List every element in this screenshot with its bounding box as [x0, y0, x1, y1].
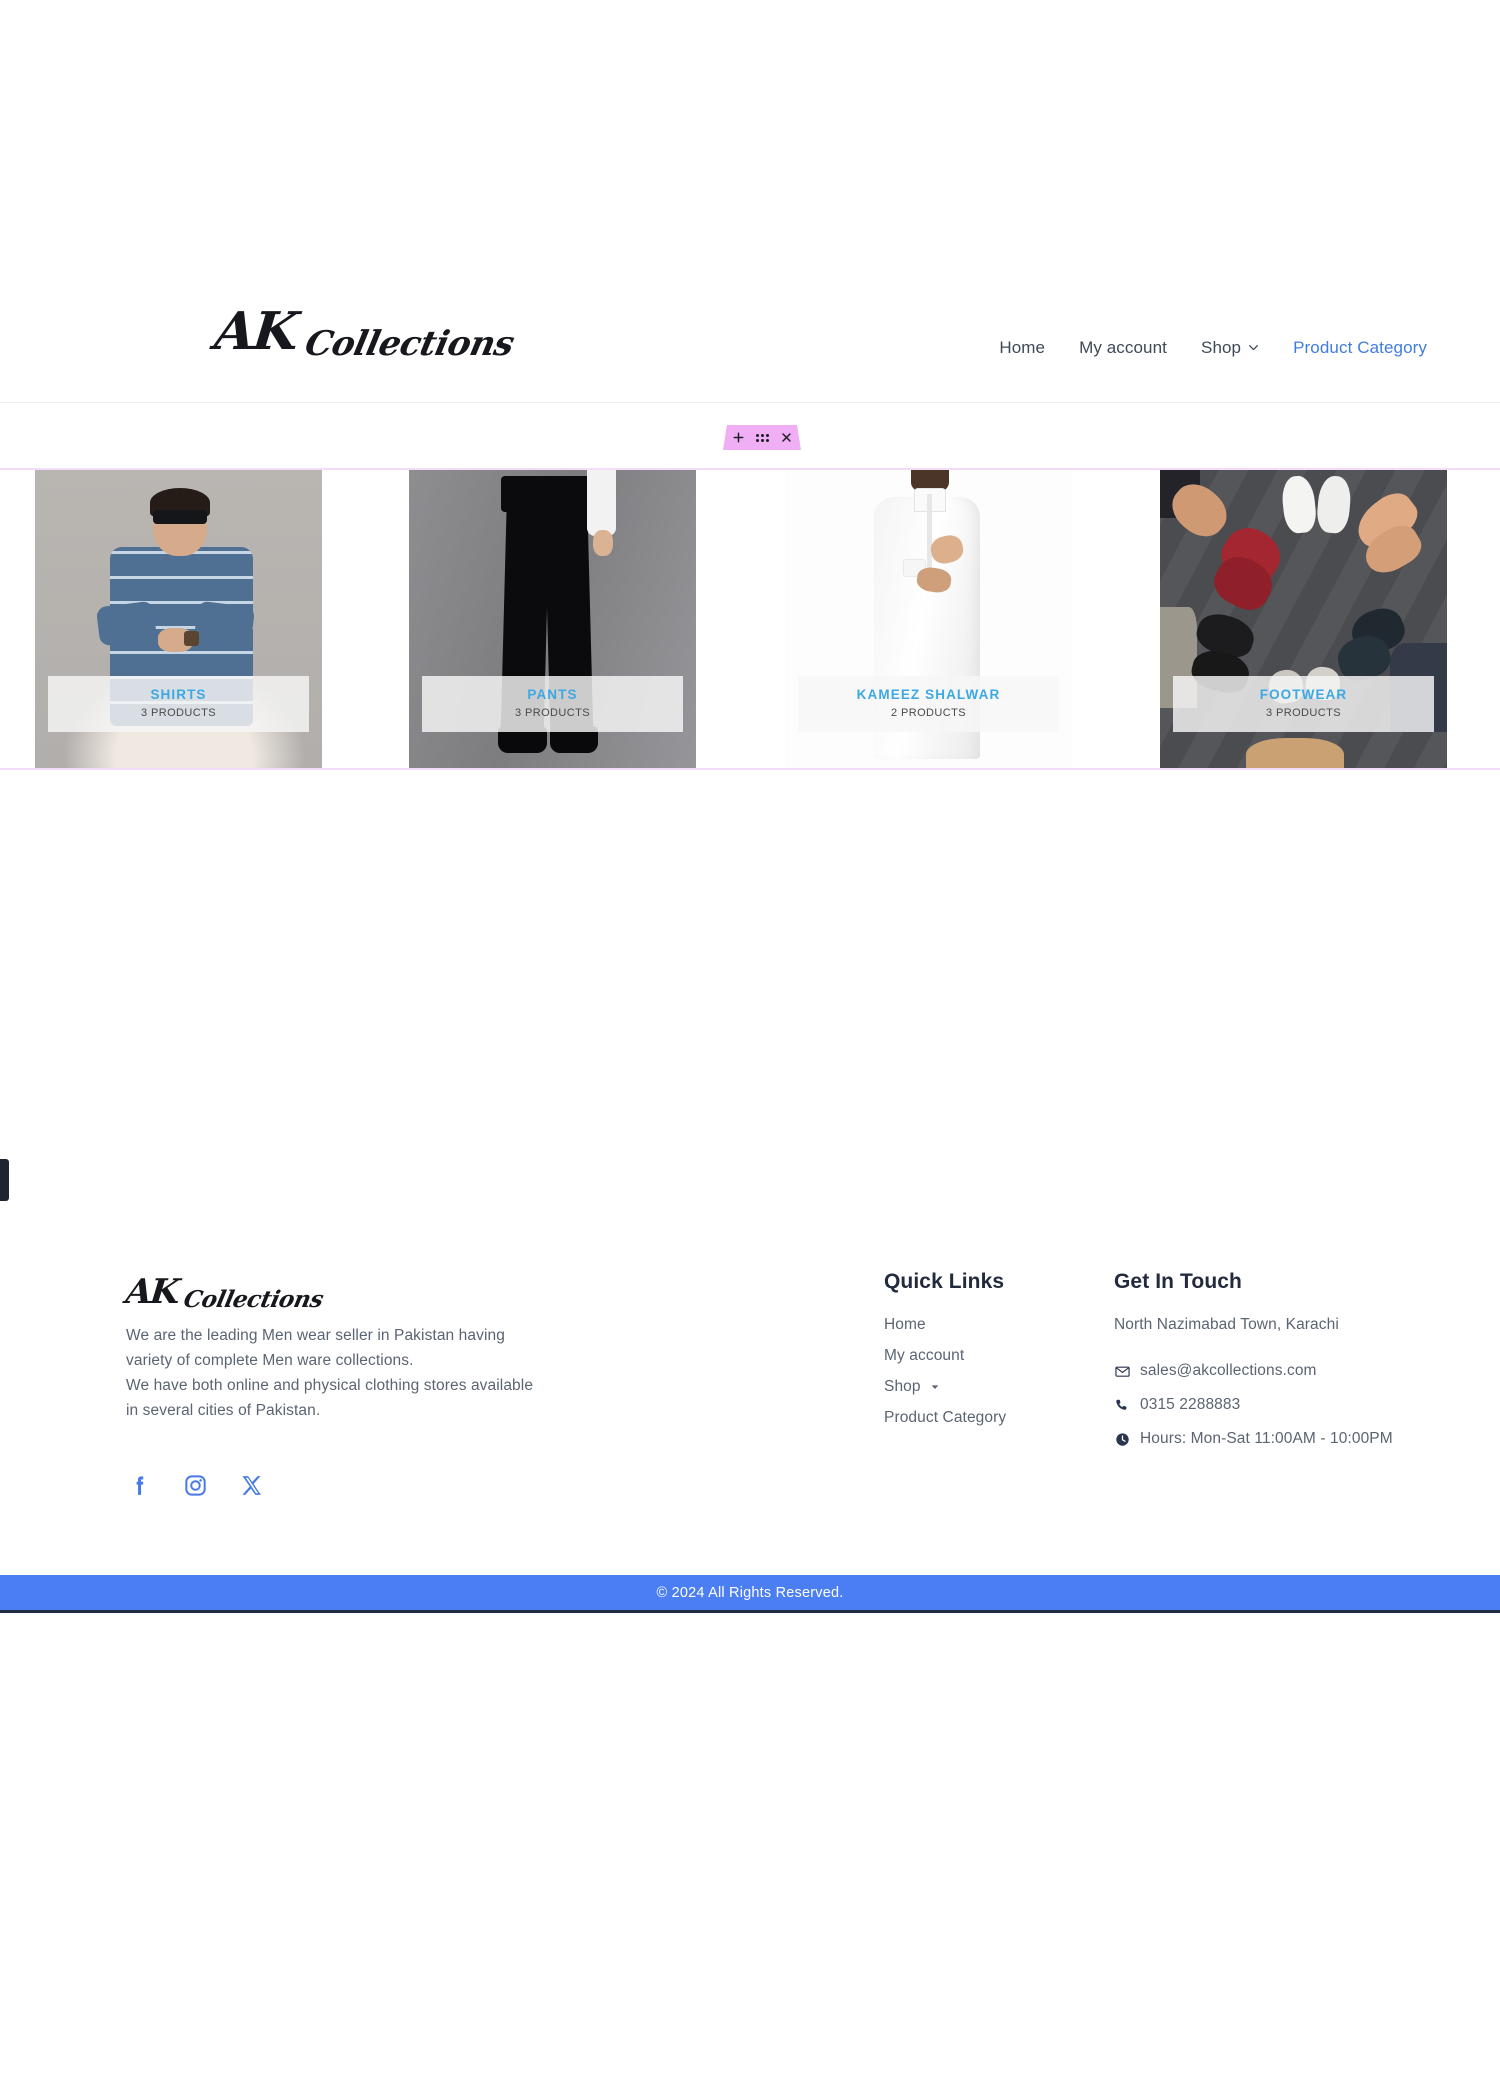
footer-quick-links-column: Quick Links Home My account Shop Product…	[884, 1270, 1104, 1440]
category-product-count: 3 PRODUCTS	[141, 706, 216, 719]
footer-logo[interactable]: AKCollections	[123, 1272, 546, 1313]
footer-hours-text: Hours: Mon-Sat 11:00AM - 10:00PM	[1140, 1430, 1393, 1447]
category-title: SHIRTS	[150, 686, 207, 702]
footer-get-in-touch-heading: Get In Touch	[1114, 1270, 1242, 1293]
category-label-footwear: FOOTWEAR 3 PRODUCTS	[1173, 675, 1434, 732]
footer-phone-row[interactable]: 0315 2288883	[1114, 1396, 1444, 1414]
footer-link-product-category[interactable]: Product Category	[884, 1409, 1104, 1427]
copyright-text: © 2024 All Rights Reserved.	[656, 1584, 844, 1601]
category-card-footwear[interactable]: FOOTWEAR 3 PRODUCTS	[1160, 470, 1447, 768]
category-product-count: 2 PRODUCTS	[891, 706, 966, 719]
nav-item-product-category-label: Product Category	[1293, 337, 1427, 357]
category-label-pants: PANTS 3 PRODUCTS	[422, 675, 683, 732]
category-title: FOOTWEAR	[1259, 686, 1348, 702]
add-icon[interactable]	[731, 431, 745, 445]
x-twitter-icon[interactable]	[238, 1472, 264, 1498]
category-label-shirts: SHIRTS 3 PRODUCTS	[48, 675, 309, 732]
footer-link-home-label: Home	[884, 1316, 926, 1333]
nav-item-product-category[interactable]: Product Category	[1293, 338, 1427, 358]
drag-handle-icon[interactable]	[755, 431, 769, 445]
element-editor-toolbar[interactable]	[723, 425, 801, 450]
main-navigation: Home My account Shop Product Category	[999, 292, 1427, 403]
footer-about-column: AKCollections We are the leading Men wea…	[123, 1272, 546, 1423]
envelope-icon	[1114, 1363, 1130, 1379]
footer-quick-links-heading: Quick Links	[884, 1270, 1005, 1293]
category-title: KAMEEZ SHALWAR	[856, 686, 1001, 702]
category-card-kameez-shalwar[interactable]: KAMEEZ SHALWAR 2 PRODUCTS	[785, 470, 1072, 768]
nav-item-shop-label: Shop	[1201, 337, 1242, 357]
nav-item-home[interactable]: Home	[999, 338, 1045, 358]
nav-item-home-label: Home	[999, 337, 1046, 357]
footer-link-shop-label: Shop	[884, 1378, 921, 1395]
page-root: AKCollections Home My account Shop Produ…	[0, 0, 1500, 2100]
category-card-pants[interactable]: PANTS 3 PRODUCTS	[409, 470, 696, 768]
site-header: AKCollections Home My account Shop Produ…	[0, 292, 1500, 403]
footer-link-my-account-label: My account	[884, 1347, 965, 1364]
product-category-carousel: SHIRTS 3 PRODUCTS PANTS 3 PRODUCTS KAMEE…	[0, 468, 1500, 770]
close-icon[interactable]	[779, 431, 793, 445]
footer-link-my-account[interactable]: My account	[884, 1347, 1104, 1365]
chevron-down-icon	[1248, 342, 1259, 353]
category-card-shirts[interactable]: SHIRTS 3 PRODUCTS	[35, 470, 322, 768]
category-title: PANTS	[527, 686, 578, 702]
nav-item-shop[interactable]: Shop	[1201, 338, 1259, 358]
left-edge-panel-handle[interactable]	[0, 1159, 9, 1201]
nav-item-my-account[interactable]: My account	[1079, 338, 1167, 358]
category-product-count: 3 PRODUCTS	[515, 706, 590, 719]
clock-icon	[1114, 1431, 1130, 1447]
instagram-icon[interactable]	[182, 1472, 208, 1498]
footer-about-line-1: We are the leading Men wear seller in Pa…	[126, 1327, 505, 1370]
category-card-row: SHIRTS 3 PRODUCTS PANTS 3 PRODUCTS KAMEE…	[0, 470, 1500, 768]
footer-get-in-touch-column: Get In Touch North Nazimabad Town, Karac…	[1114, 1270, 1444, 1464]
site-footer: AKCollections We are the leading Men wea…	[0, 1230, 1500, 1575]
nav-item-my-account-label: My account	[1079, 337, 1167, 357]
facebook-icon[interactable]	[126, 1472, 152, 1498]
category-product-count: 3 PRODUCTS	[1266, 706, 1341, 719]
site-logo[interactable]: AKCollections	[211, 301, 518, 364]
footer-address: North Nazimabad Town, Karachi	[1114, 1316, 1339, 1333]
footer-phone-text: 0315 2288883	[1140, 1396, 1241, 1413]
footer-social-links	[126, 1472, 264, 1498]
category-label-kameez-shalwar: KAMEEZ SHALWAR 2 PRODUCTS	[798, 675, 1059, 732]
phone-icon	[1114, 1397, 1130, 1413]
footer-link-home[interactable]: Home	[884, 1316, 1104, 1334]
footer-hours-row: Hours: Mon-Sat 11:00AM - 10:00PM	[1114, 1430, 1444, 1448]
logo-text-collections: Collections	[301, 324, 518, 364]
caret-down-icon	[930, 1382, 941, 1393]
footer-link-product-category-label: Product Category	[884, 1409, 1007, 1426]
copyright-bar: © 2024 All Rights Reserved.	[0, 1575, 1500, 1613]
footer-logo-text-ak: AK	[123, 1272, 181, 1312]
footer-about-line-2: We have both online and physical clothin…	[126, 1377, 534, 1420]
footer-email-row[interactable]: sales@akcollections.com	[1114, 1362, 1444, 1380]
footer-email-text: sales@akcollections.com	[1140, 1362, 1317, 1379]
logo-text-ak: AK	[211, 301, 300, 362]
footer-logo-text-collections: Collections	[181, 1286, 326, 1313]
footer-link-shop[interactable]: Shop	[884, 1378, 1104, 1396]
